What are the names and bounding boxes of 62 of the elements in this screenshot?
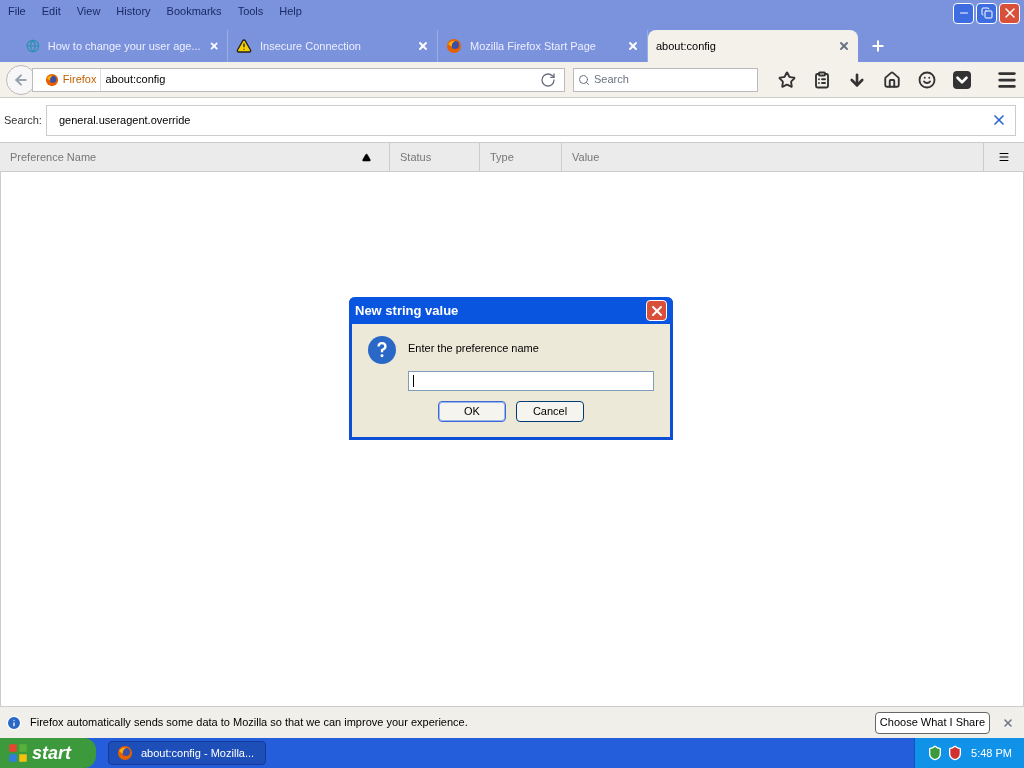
notification-text: Firefox automatically sends some data to Mozilla so that we can improve your experience. bbox=[30, 715, 469, 731]
dialog-title: New string value bbox=[355, 301, 460, 320]
menu-item[interactable]: Edit bbox=[41, 2, 61, 20]
close-tab-icon[interactable] bbox=[208, 40, 219, 52]
home-icon[interactable] bbox=[883, 70, 901, 89]
url-field[interactable]: Firefox about:config bbox=[31, 67, 565, 92]
column-header[interactable]: Preference Name bbox=[0, 143, 390, 171]
minimize-button[interactable] bbox=[953, 2, 974, 24]
start-button[interactable]: start bbox=[0, 738, 96, 768]
menu-item[interactable]: File bbox=[8, 2, 26, 20]
globe-icon bbox=[26, 38, 40, 54]
browser-tab[interactable]: about:config bbox=[648, 30, 858, 62]
clipboard-icon[interactable] bbox=[813, 70, 831, 89]
dismiss-icon[interactable] bbox=[1002, 716, 1014, 729]
restore-button[interactable] bbox=[976, 2, 997, 24]
choose-share-button[interactable]: Choose What I Share bbox=[874, 711, 990, 734]
close-button[interactable] bbox=[999, 2, 1020, 24]
name-input-field[interactable] bbox=[408, 370, 654, 391]
dialog-button[interactable]: OK bbox=[438, 400, 506, 422]
menu-item[interactable]: Help bbox=[279, 2, 302, 20]
tab-title: about:config bbox=[656, 38, 717, 54]
search-icon bbox=[577, 73, 590, 86]
menu-item[interactable]: History bbox=[116, 2, 151, 20]
restore-icon bbox=[980, 7, 993, 19]
reload-icon[interactable] bbox=[539, 71, 556, 88]
new-tab-icon[interactable] bbox=[870, 38, 886, 54]
warning-icon bbox=[236, 38, 252, 54]
filter-field[interactable]: general.useragent.override bbox=[45, 104, 1016, 136]
taskbar-task[interactable]: about:config - Mozilla... bbox=[108, 741, 266, 765]
menu-item[interactable]: Bookmarks bbox=[166, 2, 222, 20]
shield-icon bbox=[927, 745, 943, 761]
tab-title: How to change your user age... bbox=[47, 38, 201, 54]
clock: 5:48 PM bbox=[971, 745, 1012, 761]
tab-title: Insecure Connection bbox=[260, 38, 362, 54]
column-picker-icon[interactable] bbox=[998, 151, 1010, 163]
windows-logo-icon bbox=[8, 743, 28, 763]
sort-arrow-icon bbox=[362, 152, 371, 162]
close-tab-icon[interactable] bbox=[417, 40, 429, 52]
column-header[interactable]: Status bbox=[390, 143, 480, 171]
column-header[interactable]: Type bbox=[480, 143, 562, 171]
dialog-button[interactable]: Cancel bbox=[516, 400, 584, 422]
info-icon bbox=[6, 714, 22, 731]
smiley-icon[interactable] bbox=[918, 70, 936, 89]
firefox-icon bbox=[44, 72, 59, 87]
firefox-icon bbox=[446, 38, 462, 54]
clear-icon[interactable] bbox=[991, 112, 1007, 128]
dialog-prompt: Enter the preference name bbox=[408, 341, 540, 356]
shield-icon bbox=[947, 745, 963, 761]
question-icon bbox=[368, 336, 396, 364]
search-field[interactable]: Search bbox=[572, 67, 758, 92]
filter-label: Search: bbox=[4, 112, 42, 128]
column-header[interactable]: Value bbox=[562, 143, 984, 171]
url-text: about:config bbox=[104, 72, 167, 88]
dialog-close-button[interactable] bbox=[646, 300, 667, 321]
menu-item[interactable]: View bbox=[76, 2, 101, 20]
close-tab-icon[interactable] bbox=[838, 40, 850, 52]
close-tab-icon[interactable] bbox=[627, 40, 639, 52]
identity-label: Firefox bbox=[62, 72, 97, 88]
firefox-icon bbox=[117, 745, 133, 761]
bookmark-star-icon[interactable] bbox=[778, 70, 796, 89]
menu-item[interactable]: Tools bbox=[237, 2, 264, 20]
tab-title: Mozilla Firefox Start Page bbox=[470, 38, 597, 54]
